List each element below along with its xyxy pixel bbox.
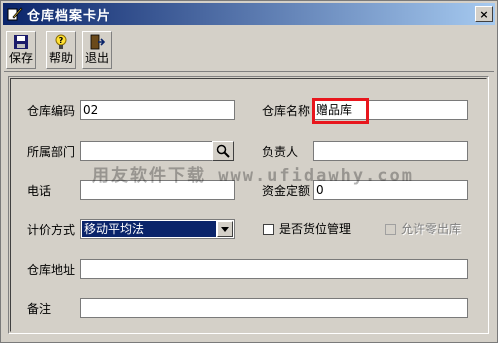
floppy-disk-icon (14, 35, 28, 49)
remark-input[interactable] (80, 298, 468, 318)
save-label: 保存 (8, 51, 33, 65)
remark-label: 备注 (27, 302, 52, 316)
close-button[interactable]: × (475, 6, 493, 22)
exit-door-icon (90, 34, 105, 50)
close-icon: × (479, 7, 489, 21)
manager-input[interactable] (313, 141, 468, 161)
location-mgmt-label: 是否货位管理 (279, 222, 352, 236)
warehouse-code-input[interactable]: 02 (80, 100, 235, 120)
warehouse-code-label: 仓库编码 (27, 104, 76, 118)
warehouse-card-window: 仓库档案卡片 × 保存 ? 帮助 退出 仓库编码 02 仓库名称 赠品库 所属部… (0, 0, 498, 343)
exit-button[interactable]: 退出 (82, 31, 112, 69)
save-button[interactable]: 保存 (6, 31, 36, 69)
phone-label: 电话 (27, 184, 52, 198)
warehouse-name-label: 仓库名称 (262, 104, 311, 118)
dropdown-arrow[interactable] (217, 221, 233, 237)
pen-icon (7, 7, 23, 21)
title-bar[interactable]: 仓库档案卡片 × (3, 3, 495, 25)
department-input[interactable] (80, 141, 213, 161)
quota-input[interactable]: 0 (313, 180, 468, 200)
highlight-box (312, 98, 369, 124)
chevron-down-icon (221, 226, 229, 232)
magnifier-icon (216, 144, 230, 158)
address-input[interactable] (80, 259, 468, 279)
svg-text:?: ? (59, 36, 64, 45)
help-label: 帮助 (48, 51, 73, 65)
quota-label: 资金定额 (262, 184, 311, 198)
pricing-method-select[interactable]: 移动平均法 (80, 219, 235, 239)
help-question-icon: ? (55, 34, 67, 49)
manager-label: 负责人 (262, 145, 299, 159)
department-label: 所属部门 (27, 145, 76, 159)
window-title: 仓库档案卡片 (27, 8, 112, 24)
allow-zero-out-label: 允许零出库 (401, 222, 462, 236)
toolbar: 保存 ? 帮助 退出 (4, 27, 494, 72)
department-search-button[interactable] (212, 141, 234, 161)
phone-input[interactable] (80, 180, 235, 200)
allow-zero-out-checkbox[interactable] (385, 224, 396, 235)
exit-label: 退出 (84, 51, 109, 65)
pricing-method-value: 移动平均法 (82, 221, 216, 237)
location-mgmt-checkbox[interactable] (263, 224, 274, 235)
help-button[interactable]: ? 帮助 (46, 31, 76, 69)
address-label: 仓库地址 (27, 263, 76, 277)
pricing-method-label: 计价方式 (27, 223, 76, 237)
